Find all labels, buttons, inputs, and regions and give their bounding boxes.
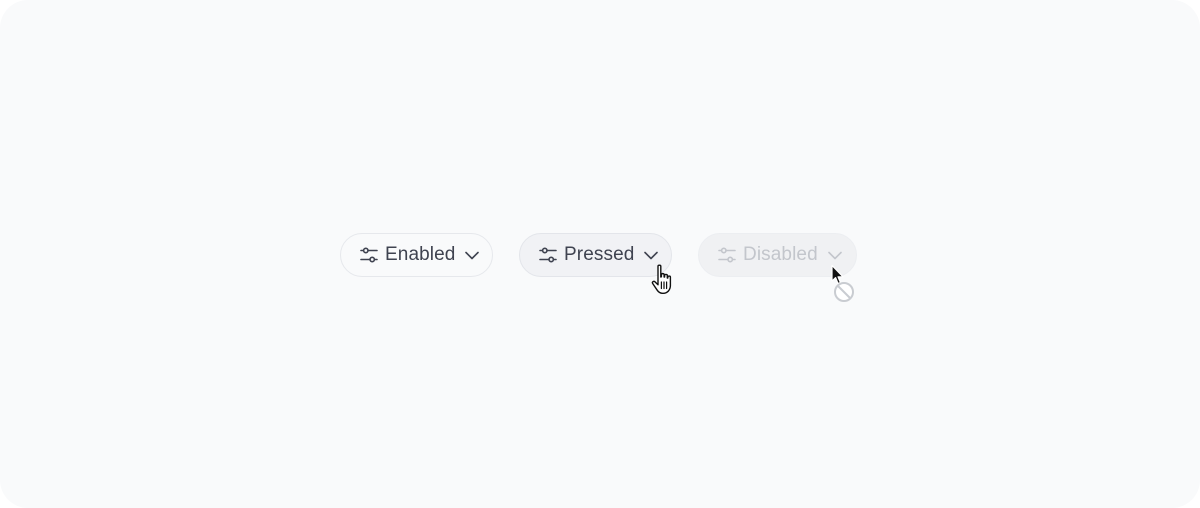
sliders-icon [538,245,558,265]
filter-dropdown-enabled[interactable]: Enabled [340,233,493,277]
sliders-icon [717,245,737,265]
filter-dropdown-label: Disabled [743,244,818,265]
filter-dropdown-label: Enabled [385,244,456,265]
not-allowed-icon [833,281,855,303]
canvas: Enabled Pressed Disabled [0,0,1200,508]
filter-dropdown-pressed[interactable]: Pressed [519,233,672,277]
filter-dropdown-disabled: Disabled [698,233,857,277]
chevron-down-icon [642,246,660,264]
chevron-down-icon [463,246,481,264]
filter-dropdown-label: Pressed [564,244,635,265]
sliders-icon [359,245,379,265]
chevron-down-icon [826,246,844,264]
